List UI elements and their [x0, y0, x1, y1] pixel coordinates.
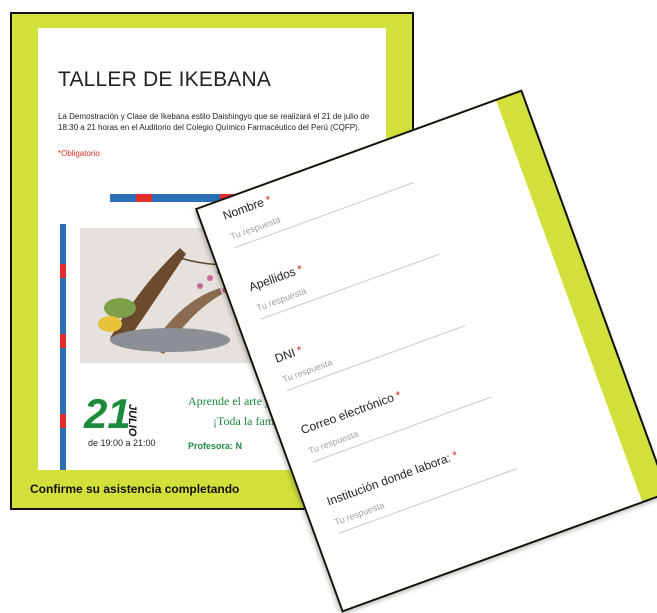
field-label: Nombre: [220, 195, 266, 223]
flyer-date-day: 21: [84, 390, 131, 437]
form-title: TALLER DE IKEBANA: [58, 68, 272, 91]
field-label: DNI: [272, 345, 298, 366]
flyer-teacher-line: Profesora: N: [188, 441, 243, 451]
confirm-text: Confirme su asistencia completando: [30, 482, 240, 496]
flyer-time-range: de 19:00 a 21:00: [88, 438, 156, 448]
required-note: *Obligatorio: [58, 149, 100, 158]
form-description: La Demostración y Clase de Ikebana estil…: [58, 112, 370, 132]
flyer-date-month: JULIO: [126, 404, 138, 437]
required-asterisk: *: [393, 387, 404, 403]
flyer-left-stripe: [60, 224, 66, 484]
